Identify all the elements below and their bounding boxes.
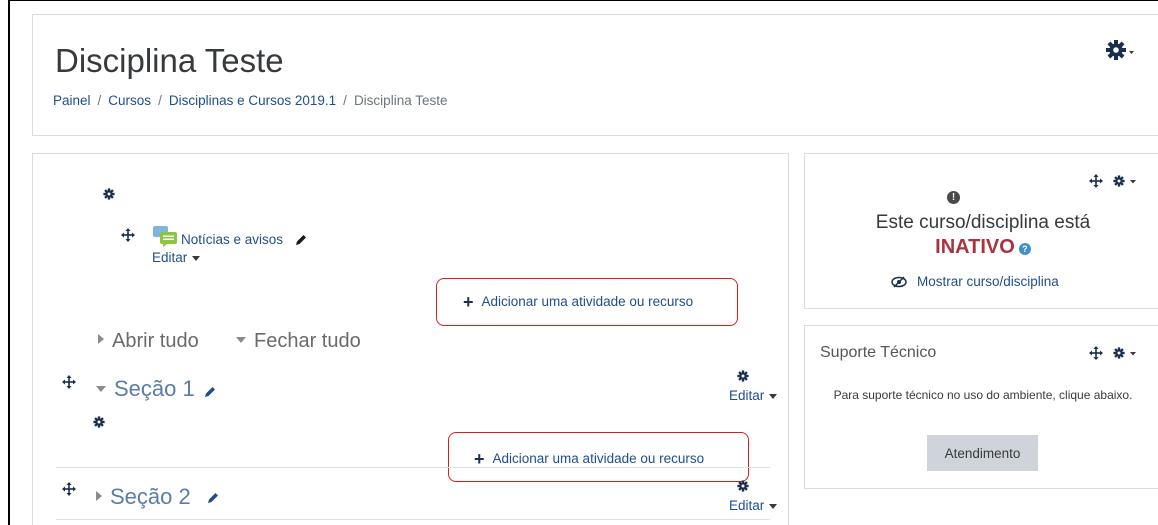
expand-all-link[interactable]: Abrir tudo [98, 330, 199, 353]
section-1-name: Seção 1 [114, 376, 195, 401]
pencil-icon[interactable] [206, 491, 220, 505]
plus-icon: + [463, 292, 474, 312]
news-forum-link[interactable]: Notícias e avisos [181, 232, 283, 247]
pencil-icon[interactable] [294, 233, 308, 247]
triangle-down-icon [96, 386, 106, 392]
caret-down-icon [769, 503, 778, 509]
expand-all-label: Abrir tudo [112, 330, 199, 352]
move-icon[interactable] [1089, 174, 1103, 188]
triangle-right-icon [98, 334, 104, 344]
breadcrumb-disciplinas[interactable]: Disciplinas e Cursos 2019.1 [169, 93, 336, 108]
caret-down-icon [769, 393, 778, 399]
triangle-down-icon [236, 337, 246, 343]
collapse-all-link[interactable]: Fechar tudo [236, 330, 361, 353]
breadcrumb-separator: / [97, 93, 102, 108]
edit-menu[interactable]: Editar [152, 250, 201, 265]
forum-icon [153, 226, 177, 247]
breadcrumb: Painel / Cursos / Disciplinas e Cursos 2019.… [53, 93, 447, 108]
caret-down-icon [192, 255, 201, 261]
breadcrumb-cursos[interactable]: Cursos [108, 93, 151, 108]
add-activity-label: Adicionar uma atividade ou recurso [481, 294, 694, 309]
move-icon[interactable] [121, 228, 135, 242]
section-1-edit-menu[interactable]: Editar [729, 388, 778, 403]
add-activity-button[interactable]: + Adicionar uma atividade ou recurso [474, 449, 704, 470]
window-border-left [8, 0, 10, 525]
breadcrumb-separator: / [343, 93, 347, 108]
edit-label: Editar [729, 388, 765, 403]
support-title: Suporte Técnico [820, 344, 937, 361]
help-icon[interactable]: ? [1018, 243, 1031, 255]
atendimento-button[interactable]: Atendimento [927, 435, 1038, 471]
gear-icon[interactable] [737, 370, 749, 382]
gear-icon[interactable] [737, 480, 749, 492]
move-icon[interactable] [62, 375, 76, 389]
move-icon[interactable] [62, 482, 76, 496]
move-icon[interactable] [1089, 346, 1103, 360]
page-title: Disciplina Teste [55, 42, 284, 79]
gear-menu-icon[interactable] [1113, 346, 1143, 360]
pencil-icon[interactable] [203, 385, 217, 399]
eye-slash-icon [891, 276, 907, 288]
breadcrumb-separator: / [158, 93, 162, 108]
page-header: Disciplina Teste Painel / Cursos / Disciplin… [32, 14, 1158, 136]
section-2-title[interactable]: Seção 2 [96, 484, 191, 510]
edit-label: Editar [152, 250, 188, 265]
add-activity-button[interactable]: + Adicionar uma atividade ou recurso [463, 292, 693, 313]
section-2-edit-menu[interactable]: Editar [729, 498, 778, 513]
add-activity-label: Adicionar uma atividade ou recurso [492, 451, 705, 466]
section-divider [56, 519, 770, 520]
gear-menu-icon[interactable] [1113, 174, 1143, 188]
breadcrumb-painel[interactable]: Painel [53, 93, 91, 108]
section-1-title[interactable]: Seção 1 [96, 376, 195, 402]
status-text: Este curso/disciplina está [875, 212, 1091, 233]
support-text: Para suporte técnico no uso do ambiente,… [833, 388, 1133, 402]
status-state: INATIVO [935, 236, 1015, 258]
triangle-right-icon [96, 491, 102, 501]
section-2-name: Seção 2 [110, 484, 191, 509]
plus-icon: + [474, 449, 485, 469]
collapse-all-label: Fechar tudo [254, 330, 361, 352]
gear-icon[interactable] [93, 416, 105, 428]
window-border-top [8, 0, 1158, 1]
gear-icon[interactable] [103, 188, 115, 200]
warning-icon: ! [947, 191, 960, 204]
status-badge: INATIVO? [804, 236, 1158, 259]
edit-label: Editar [729, 498, 765, 513]
gear-menu-icon[interactable] [1105, 39, 1135, 63]
show-course-link[interactable]: Mostrar curso/disciplina [917, 274, 1059, 289]
breadcrumb-current: Disciplina Teste [353, 93, 448, 108]
